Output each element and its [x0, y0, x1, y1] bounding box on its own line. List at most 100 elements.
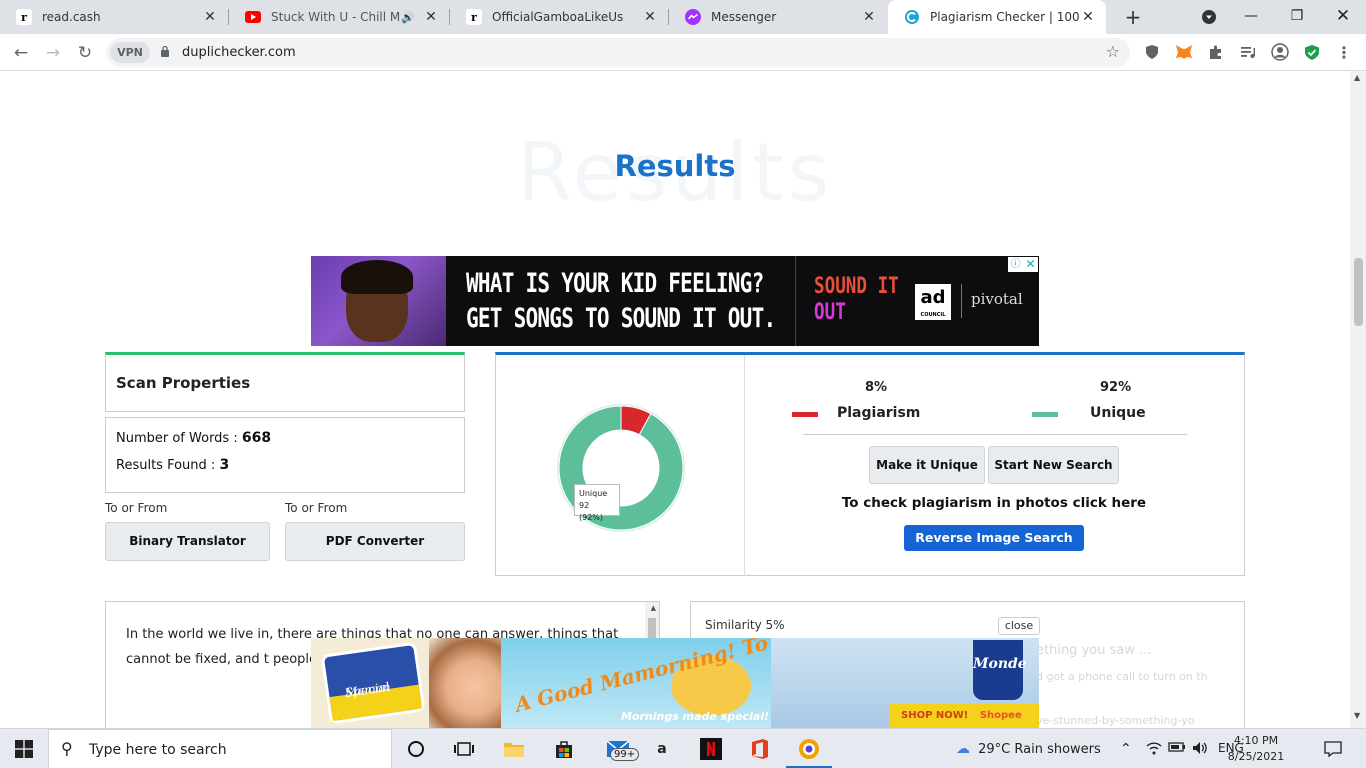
chart-tooltip: Unique 92 (92%)	[574, 484, 620, 522]
make-it-unique-button[interactable]: Make it Unique	[869, 446, 985, 484]
network-icon[interactable]	[1146, 741, 1162, 759]
speaker-icon[interactable]: 🔊	[401, 11, 415, 24]
cortana-icon[interactable]	[402, 735, 430, 763]
scan-properties-title: Scan Properties	[116, 374, 251, 392]
metamask-extension-icon[interactable]	[1174, 42, 1194, 62]
similarity-close-button[interactable]: close	[998, 617, 1040, 635]
messenger-icon	[685, 9, 701, 25]
similarity-match-url: ve-stunned-by-something-yo	[1036, 714, 1195, 727]
youtube-icon	[245, 9, 261, 25]
amazon-icon[interactable]: a	[648, 735, 676, 763]
pivotal-logo: pivotal	[971, 290, 1023, 308]
taskbar-search-box[interactable]: ⚲ Type here to search	[48, 729, 392, 768]
scroll-thumb[interactable]	[1354, 258, 1363, 326]
close-tab-icon[interactable]: ✕	[1080, 9, 1096, 25]
unique-label: Unique	[1090, 405, 1146, 421]
vpn-badge[interactable]: VPN	[110, 42, 150, 63]
system-clock[interactable]: 4:10 PM 8/25/2021	[1224, 733, 1288, 765]
windows-start-icon[interactable]	[0, 729, 48, 768]
battery-icon[interactable]	[1168, 741, 1186, 757]
tab-official-gamboa[interactable]: r OfficialGamboaLikeUs ✕	[450, 0, 668, 34]
windows-taskbar: ⚲ Type here to search 99+ a ☁ 29°C Rain …	[0, 728, 1366, 768]
ad-council-logo: ad COUNCIL	[915, 284, 951, 320]
bookmark-star-icon[interactable]: ☆	[1106, 42, 1120, 61]
url-text[interactable]: duplichecker.com	[182, 45, 296, 60]
unique-percent: 92%	[1100, 380, 1132, 395]
reverse-image-search-button[interactable]: Reverse Image Search	[904, 525, 1084, 551]
tab-messenger[interactable]: Messenger ✕	[669, 0, 887, 34]
plagiarism-legend-swatch	[792, 412, 818, 417]
tab-search-icon[interactable]	[1186, 0, 1232, 34]
read-cash-icon: r	[16, 9, 32, 25]
ad-info-icon[interactable]: ⓘ	[1008, 257, 1023, 272]
ad-close-icon[interactable]: ✕	[1023, 257, 1038, 272]
tab-title: Plagiarism Checker | 100% Fr	[930, 10, 1080, 24]
tab-plagiarism-checker[interactable]: Plagiarism Checker | 100% Fr ✕	[888, 0, 1106, 34]
office-icon[interactable]	[746, 735, 774, 763]
page-scrollbar[interactable]: ▲ ▼	[1350, 71, 1366, 728]
results-summary-panel: Unique 92 (92%) 8% Plagiarism 92% Unique…	[495, 352, 1245, 576]
tab-read-cash[interactable]: r read.cash ✕	[0, 0, 228, 34]
close-tab-icon[interactable]: ✕	[202, 9, 218, 25]
ad-banner-bottom[interactable]: SpecialMamon A Good Mamorning! To All! M…	[311, 638, 1039, 728]
address-bar[interactable]: VPN duplichecker.com ☆	[106, 38, 1130, 67]
similarity-match-text: ething you saw ...	[1036, 643, 1152, 658]
minimize-icon[interactable]: —	[1228, 0, 1274, 34]
ad-photo	[311, 256, 446, 346]
notifications-icon[interactable]	[1324, 741, 1342, 761]
tab-title: Stuck With U - Chill Mix -	[271, 10, 401, 24]
close-window-icon[interactable]: ✕	[1320, 0, 1366, 34]
results-found: Results Found : 3	[116, 457, 230, 473]
search-placeholder: Type here to search	[89, 742, 227, 758]
netflix-icon[interactable]	[697, 735, 725, 763]
start-new-search-button[interactable]: Start New Search	[988, 446, 1119, 484]
ad-sound-it-out-logo: SOUND IT OUT	[814, 274, 899, 325]
back-icon[interactable]: ←	[8, 40, 34, 66]
plagiarism-label: Plagiarism	[837, 405, 921, 421]
tab-title: Messenger	[711, 10, 777, 24]
media-queue-icon[interactable]	[1238, 42, 1258, 62]
file-explorer-icon[interactable]	[500, 735, 528, 763]
word-count: Number of Words : 668	[116, 430, 272, 446]
shield-check-extension-icon[interactable]	[1302, 42, 1322, 62]
adblock-extension-icon[interactable]	[1142, 42, 1162, 62]
volume-icon[interactable]	[1192, 741, 1208, 759]
new-tab-button[interactable]: +	[1120, 4, 1146, 30]
monde-logo: Monde	[973, 640, 1027, 700]
weather-widget[interactable]: ☁ 29°C Rain showers	[956, 741, 1101, 757]
read-cash-icon: r	[466, 9, 482, 25]
tool-caption: To or From	[105, 501, 168, 515]
reload-icon[interactable]: ↻	[72, 40, 98, 66]
similarity-match-text: d got a phone call to turn on th	[1036, 670, 1208, 683]
close-tab-icon[interactable]: ✕	[861, 9, 877, 25]
plagiarism-percent: 8%	[865, 380, 888, 395]
restore-icon[interactable]: ❐	[1274, 0, 1320, 34]
forward-icon[interactable]: →	[40, 40, 66, 66]
mail-badge: 99+	[610, 748, 640, 761]
browser-toolbar: ← → ↻ VPN duplichecker.com ☆ ⋮	[0, 34, 1366, 71]
plagiarism-donut-chart	[557, 404, 685, 532]
page-content: Results Results WHAT IS YOUR KID FEELING…	[0, 71, 1350, 728]
shop-now-button[interactable]: SHOP NOW! Shopee	[889, 704, 1039, 728]
ad-made-special-text: Mornings made special!	[621, 710, 770, 723]
scan-counts-panel: Number of Words : 668 Results Found : 3	[105, 417, 465, 493]
close-tab-icon[interactable]: ✕	[423, 9, 439, 25]
binary-translator-button[interactable]: Binary Translator	[105, 522, 270, 561]
task-view-icon[interactable]	[450, 735, 478, 763]
mail-icon[interactable]: 99+	[600, 735, 640, 763]
tab-title: OfficialGamboaLikeUs	[492, 10, 624, 24]
browser-menu-icon[interactable]: ⋮	[1334, 42, 1354, 62]
search-icon: ⚲	[61, 739, 73, 758]
extensions-puzzle-icon[interactable]	[1206, 42, 1226, 62]
unique-legend-swatch	[1032, 412, 1058, 417]
chrome-browser-icon[interactable]	[795, 735, 823, 763]
ad-banner-top[interactable]: WHAT IS YOUR KID FEELING? GET SONGS TO S…	[311, 256, 1039, 346]
tab-youtube[interactable]: Stuck With U - Chill Mix - 🔊 ✕	[229, 0, 449, 34]
photo-check-link[interactable]: To check plagiarism in photos click here	[744, 495, 1244, 511]
profile-avatar-icon[interactable]	[1270, 42, 1290, 62]
show-hidden-icons-icon[interactable]: ⌃	[1120, 741, 1132, 757]
lock-icon[interactable]	[160, 45, 170, 57]
microsoft-store-icon[interactable]	[550, 735, 578, 763]
close-tab-icon[interactable]: ✕	[642, 9, 658, 25]
pdf-converter-button[interactable]: PDF Converter	[285, 522, 465, 561]
